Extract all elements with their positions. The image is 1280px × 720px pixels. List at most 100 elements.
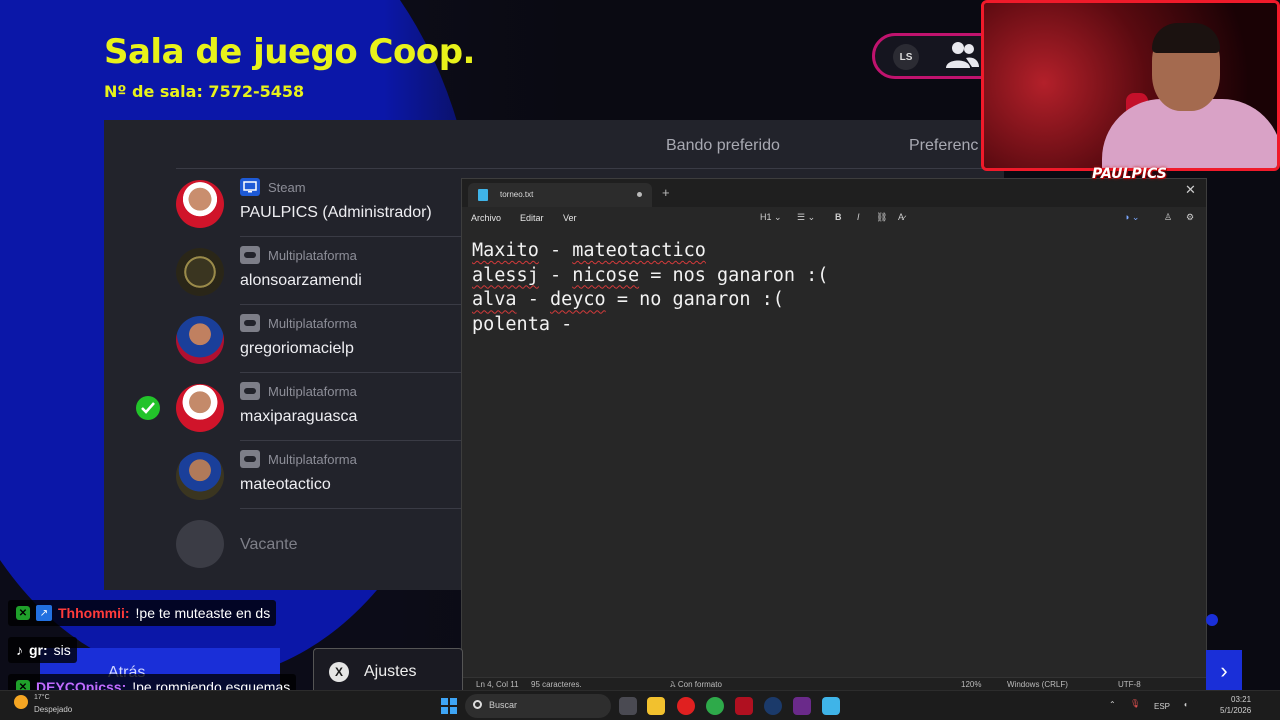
column-header-side: Bando preferido bbox=[666, 137, 780, 154]
menu-editar[interactable]: Editar bbox=[520, 213, 544, 223]
row-divider bbox=[240, 236, 466, 237]
volume-icon[interactable]: ◖ bbox=[1183, 700, 1188, 709]
bold-icon[interactable]: B bbox=[835, 212, 842, 222]
encoding[interactable]: UTF-8 bbox=[1118, 680, 1141, 689]
copilot-icon[interactable]: ◑ ⌄ bbox=[1124, 212, 1139, 223]
clock-date[interactable]: 5/1/2026 bbox=[1220, 706, 1251, 715]
chat-text: !pe te muteaste en ds bbox=[135, 605, 271, 621]
microphone-icon[interactable]: 🎙 bbox=[1130, 699, 1140, 708]
weather-icon[interactable] bbox=[14, 695, 28, 709]
language-indicator[interactable]: ESP bbox=[1154, 702, 1170, 711]
text-line: alva - deyco = no ganaron :( bbox=[472, 289, 784, 311]
search-box[interactable] bbox=[465, 694, 611, 718]
next-arrow-icon[interactable]: › bbox=[1206, 650, 1242, 692]
chat-username: gr: bbox=[29, 642, 48, 658]
gamepad-icon bbox=[240, 314, 260, 332]
text-line-word: alessj bbox=[472, 264, 539, 286]
empty-avatar bbox=[176, 520, 224, 568]
menu-ver[interactable]: Ver bbox=[563, 213, 577, 223]
avatar bbox=[176, 384, 224, 432]
row-divider bbox=[240, 508, 466, 509]
clear-format-icon[interactable]: A̷ bbox=[898, 212, 904, 222]
menu-bar: Archivo Editar Ver H1 ⌄ ☰ ⌄ B I ⛓ A̷ ◑ ⌄… bbox=[462, 207, 1206, 227]
link-icon[interactable]: ⛓ bbox=[876, 212, 887, 223]
tab-torneo[interactable]: torneo.txt bbox=[468, 183, 652, 207]
chat-message: ♪ gr: sis bbox=[8, 637, 77, 663]
windows-start-icon[interactable] bbox=[441, 698, 457, 714]
char-count: 95 caracteres. bbox=[531, 680, 582, 689]
text-line-word: nicose bbox=[572, 264, 640, 286]
unsaved-dot-icon[interactable] bbox=[637, 192, 642, 197]
chat-message: ✕ ↗ Thhommii: !pe te muteaste en ds bbox=[8, 600, 277, 626]
chat-text: sis bbox=[53, 642, 71, 658]
text-line-word: alva bbox=[472, 289, 517, 311]
steam-icon[interactable] bbox=[764, 697, 782, 715]
platform-label: Multiplataforma bbox=[268, 452, 357, 467]
notepad-app-icon[interactable] bbox=[822, 697, 840, 715]
platform-label: Multiplataforma bbox=[268, 248, 357, 263]
player-row[interactable]: Steam PAULPICS (Administrador) bbox=[176, 176, 466, 244]
platform-label: Multiplataforma bbox=[268, 384, 357, 399]
row-divider bbox=[240, 372, 466, 373]
status-bar: Ln 4, Col 11 95 caracteres. 𝙰 Con format… bbox=[462, 677, 1206, 691]
close-icon[interactable]: ✕ bbox=[1185, 182, 1196, 198]
avatar bbox=[176, 452, 224, 500]
platform-label: Steam bbox=[268, 180, 306, 195]
gamepad-icon bbox=[240, 450, 260, 468]
zoom-level[interactable]: 120% bbox=[961, 680, 981, 689]
streamer-hair bbox=[1152, 23, 1220, 53]
italic-icon[interactable]: I bbox=[857, 212, 860, 222]
list-icon[interactable]: ☰ ⌄ bbox=[797, 212, 815, 223]
heading-select-value: H1 bbox=[760, 212, 772, 222]
text-line-word: Maxito bbox=[472, 240, 539, 261]
player-name: gregoriomacielp bbox=[240, 340, 354, 357]
weather-temperature[interactable]: 17°C bbox=[34, 694, 50, 701]
line-ending[interactable]: Windows (CRLF) bbox=[1007, 680, 1068, 689]
notepad-icon bbox=[478, 189, 488, 201]
task-view-icon[interactable] bbox=[619, 697, 637, 715]
ls-button-icon[interactable]: LS bbox=[893, 44, 919, 70]
youtube-icon[interactable] bbox=[677, 697, 695, 715]
room-number: Nº de sala: 7572-5458 bbox=[104, 82, 305, 101]
settings-button-label[interactable]: Ajustes bbox=[364, 663, 416, 681]
player-row[interactable]: Multiplataforma mateotactico bbox=[176, 448, 466, 516]
row-divider bbox=[240, 304, 466, 305]
document-text[interactable]: Maxito - mateotactico alessj - nicose = n… bbox=[472, 239, 828, 338]
format-status[interactable]: 𝙰 Con formato bbox=[670, 680, 722, 690]
heading-select[interactable]: H1 ⌄ bbox=[760, 212, 782, 223]
player-name: PAULPICS (Administrador) bbox=[240, 204, 432, 221]
player-row[interactable]: Multiplataforma maxiparaguasca bbox=[176, 380, 466, 448]
monitor-icon bbox=[240, 178, 260, 196]
notepad-window[interactable]: torneo.txt + ✕ Archivo Editar Ver H1 ⌄ ☰… bbox=[461, 178, 1207, 691]
tab-bar: torneo.txt + ✕ bbox=[462, 179, 1206, 207]
cursor-position: Ln 4, Col 11 bbox=[476, 680, 519, 689]
text-line-word: deyco bbox=[549, 289, 606, 311]
voicemeeter-icon[interactable] bbox=[735, 697, 753, 715]
player-name: Vacante bbox=[240, 536, 298, 553]
people-icon[interactable] bbox=[944, 40, 980, 70]
text-line: Maxito - mateotactico bbox=[472, 240, 706, 261]
gear-icon[interactable]: ⚙ bbox=[1186, 212, 1194, 223]
chrome-icon[interactable] bbox=[706, 697, 724, 715]
header-divider bbox=[176, 168, 1016, 169]
new-tab-icon[interactable]: + bbox=[662, 185, 670, 200]
gamepad-icon bbox=[240, 382, 260, 400]
ready-check-icon bbox=[136, 396, 160, 420]
weather-description[interactable]: Despejado bbox=[34, 705, 72, 714]
game-app-icon[interactable] bbox=[793, 697, 811, 715]
clock-time[interactable]: 03:21 bbox=[1231, 695, 1251, 704]
player-row[interactable]: Multiplataforma gregoriomacielp bbox=[176, 312, 466, 380]
player-row[interactable]: Multiplataforma alonsoarzamendi bbox=[176, 244, 466, 312]
avatar bbox=[176, 180, 224, 228]
search-label[interactable]: Buscar bbox=[489, 700, 517, 710]
tray-chevron-icon[interactable]: ⌃ bbox=[1109, 700, 1116, 709]
text-line: polenta - bbox=[472, 314, 573, 336]
search-icon bbox=[473, 700, 482, 709]
chat-username: Thhommii: bbox=[58, 605, 130, 621]
account-icon[interactable]: ♙ bbox=[1164, 212, 1172, 223]
format-status-label: Con formato bbox=[677, 680, 722, 689]
chat-overlay: ✕ ↗ Thhommii: !pe te muteaste en ds ♪ gr… bbox=[0, 566, 340, 700]
player-name: alonsoarzamendi bbox=[240, 272, 362, 289]
menu-archivo[interactable]: Archivo bbox=[471, 213, 501, 223]
file-explorer-icon[interactable] bbox=[647, 697, 665, 715]
